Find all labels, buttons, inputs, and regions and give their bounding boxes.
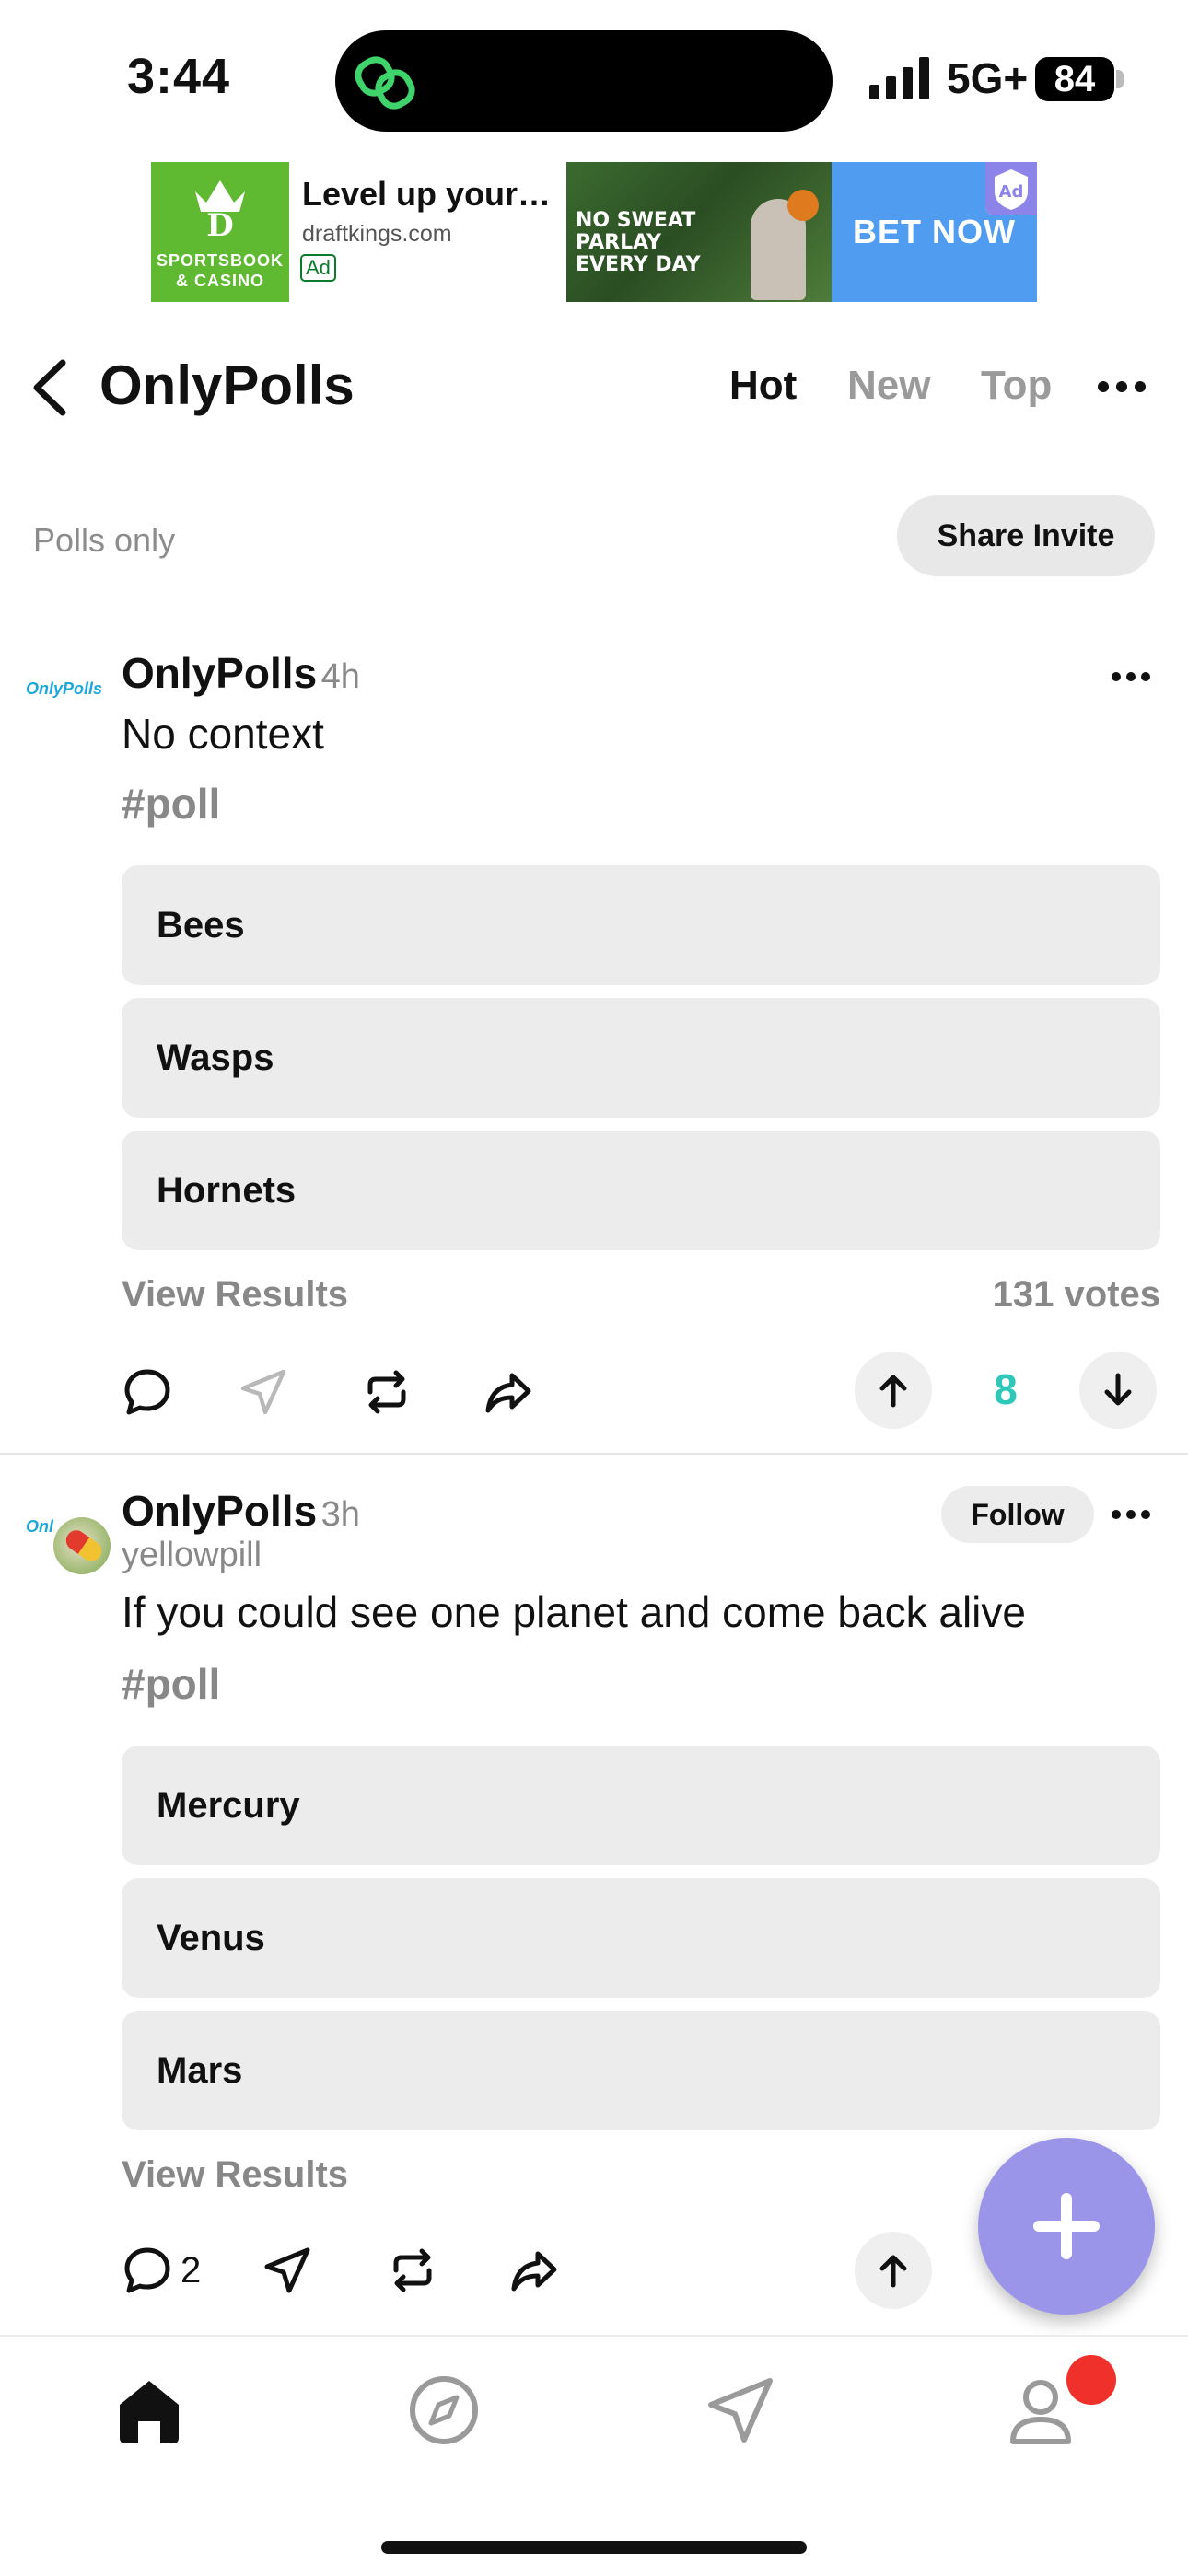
poll-option[interactable]: Venus (122, 1878, 1160, 1998)
send-icon[interactable] (262, 2245, 313, 2296)
poll-option[interactable]: Mercury (122, 1746, 1160, 1865)
upvote-button[interactable] (855, 1352, 932, 1429)
back-chevron-icon[interactable] (28, 357, 74, 418)
community-logo[interactable]: OnlyPolls (26, 679, 102, 699)
post-more-icon[interactable] (1111, 1508, 1151, 1521)
carrier-label: 5G+ (947, 54, 1029, 102)
link-app-icon (355, 56, 415, 110)
arrow-down-icon (1104, 1373, 1132, 1406)
home-icon[interactable] (112, 2373, 186, 2447)
poll-option[interactable]: Wasps (122, 998, 1160, 1118)
post-author[interactable]: OnlyPolls (122, 1487, 317, 1535)
post-divider (0, 1453, 1188, 1455)
ad-choices-icon[interactable]: Ad (985, 162, 1037, 215)
share-invite-button[interactable]: Share Invite (897, 495, 1155, 576)
view-results-link[interactable]: View Results (122, 1274, 348, 1316)
create-post-button[interactable] (978, 2138, 1155, 2315)
comment-icon[interactable] (122, 2245, 173, 2296)
post-time: 4h (320, 657, 360, 696)
crown-icon: D (195, 180, 245, 239)
svg-text:Ad: Ad (999, 182, 1024, 202)
svg-text:D: D (206, 207, 233, 239)
vote-score: 8 (994, 1365, 1018, 1413)
ad-image-headline: NO SWEAT PARLAY EVERY DAY (576, 209, 701, 276)
signal-icon (869, 57, 929, 99)
poll-option[interactable]: Hornets (122, 1131, 1160, 1250)
post-time: 3h (320, 1495, 360, 1534)
comment-count: 2 (181, 2250, 202, 2291)
battery-tip (1116, 70, 1124, 88)
tab-hot[interactable]: Hot (729, 363, 797, 409)
arrow-up-icon (879, 1375, 907, 1408)
tab-new[interactable]: New (847, 363, 930, 409)
battery-indicator: 84 (1035, 57, 1114, 101)
explore-icon[interactable] (407, 2373, 481, 2447)
plus-icon (1033, 2193, 1100, 2259)
vote-count: 131 votes (992, 1274, 1160, 1315)
notification-badge (1066, 2355, 1116, 2405)
post-hashtag[interactable]: #poll (122, 1659, 220, 1709)
ad-title[interactable]: Level up your… (302, 175, 560, 214)
repost-icon[interactable] (361, 1366, 413, 1418)
upvote-button[interactable] (855, 2232, 932, 2309)
share-icon[interactable] (483, 1366, 534, 1418)
community-description: Polls only (33, 521, 176, 559)
post-author[interactable]: OnlyPolls (122, 649, 317, 697)
send-icon[interactable] (704, 2373, 777, 2447)
send-icon[interactable] (238, 1366, 289, 1418)
downvote-button[interactable] (1079, 1352, 1157, 1429)
repost-icon[interactable] (387, 2245, 438, 2296)
draftkings-logo[interactable]: D SPORTSBOOK & CASINO (151, 162, 289, 302)
arrow-up-icon (879, 2255, 907, 2288)
status-time: 3:44 (127, 49, 231, 104)
tab-top[interactable]: Top (981, 363, 1052, 409)
bottom-nav (0, 2335, 1188, 2576)
community-logo[interactable]: Onl (26, 1517, 53, 1537)
post-username[interactable]: yellowpill (122, 1536, 262, 1575)
page-title: OnlyPolls (99, 354, 355, 416)
pill-image (62, 1526, 106, 1566)
post-header: OnlyPolls 4h (122, 648, 360, 698)
ad-domain: draftkings.com (302, 221, 452, 247)
ad-image[interactable]: NO SWEAT PARLAY EVERY DAY (566, 162, 832, 302)
post-text: No context (122, 710, 324, 758)
more-options-icon[interactable] (1096, 379, 1147, 394)
poll-option[interactable]: Mars (122, 2011, 1160, 2130)
poll-option[interactable]: Bees (122, 865, 1160, 985)
comment-icon[interactable] (122, 1366, 173, 1418)
post-more-icon[interactable] (1111, 670, 1151, 683)
follow-button[interactable]: Follow (941, 1486, 1094, 1543)
post-text: If you could see one planet and come bac… (122, 1588, 1026, 1636)
ad-badge: Ad (300, 254, 336, 282)
ad-logo-text: SPORTSBOOK & CASINO (156, 251, 284, 290)
home-indicator (381, 2541, 807, 2554)
share-icon[interactable] (508, 2245, 560, 2296)
post-hashtag[interactable]: #poll (122, 779, 220, 829)
view-results-link[interactable]: View Results (122, 2154, 348, 2196)
avatar[interactable] (53, 1517, 111, 1574)
basketball-image (787, 190, 819, 221)
post-header: OnlyPolls 3h (122, 1486, 360, 1536)
